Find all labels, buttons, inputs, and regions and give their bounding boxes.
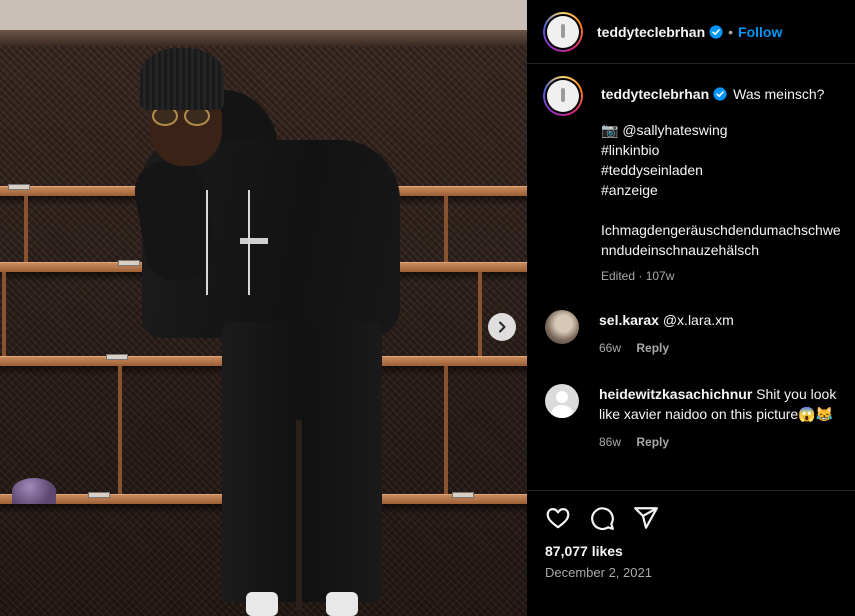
photo-wall bbox=[0, 0, 527, 30]
reply-button[interactable]: Reply bbox=[636, 341, 669, 355]
carousel-next-button[interactable] bbox=[488, 313, 516, 341]
caption-text-line: Ichmagdengeräuschdendumachschwe bbox=[601, 222, 841, 238]
reply-button[interactable]: Reply bbox=[636, 435, 669, 449]
post-actions: 87,077 likes December 2, 2021 bbox=[527, 490, 855, 616]
comment-text[interactable]: @x.lara.xm bbox=[663, 312, 734, 328]
caption-headline: Was meinsch? bbox=[733, 86, 825, 102]
comment-icon[interactable] bbox=[589, 505, 615, 531]
post-header: teddyteclebrhan • Follow bbox=[527, 0, 855, 64]
verified-badge-icon bbox=[713, 87, 727, 101]
beanie bbox=[140, 48, 224, 110]
comment-username[interactable]: sel.karax bbox=[599, 312, 659, 328]
comment-username[interactable]: heidewitzkasachichnur bbox=[599, 386, 752, 402]
post-photo[interactable] bbox=[0, 0, 527, 616]
share-icon[interactable] bbox=[633, 505, 659, 531]
ball bbox=[12, 478, 56, 504]
hashtag-linkinbio[interactable]: #linkinbio bbox=[601, 140, 851, 160]
caption-author-avatar[interactable] bbox=[543, 76, 583, 116]
verified-badge-icon bbox=[709, 24, 723, 39]
hashtag-anzeige[interactable]: #anzeige bbox=[601, 180, 851, 200]
chevron-right-icon bbox=[499, 321, 506, 333]
post-side-panel: teddyteclebrhan • Follow teddyteclebrhan… bbox=[527, 0, 855, 616]
comment-item: sel.karax @x.lara.xm 66w Reply bbox=[545, 310, 855, 358]
comment-age: 66w bbox=[599, 341, 622, 355]
caption-author-username[interactable]: teddyteclebrhan bbox=[601, 86, 709, 102]
hashtag-teddyseinladen[interactable]: #teddyseinladen bbox=[601, 160, 851, 180]
comment-item: heidewitzkasachichnur Shit you look like… bbox=[545, 384, 855, 452]
caption-photo-credit[interactable]: 📷 @sallyhateswing bbox=[601, 120, 851, 140]
separator-dot: • bbox=[728, 23, 734, 40]
author-username[interactable]: teddyteclebrhan bbox=[597, 24, 705, 40]
post-caption: teddyteclebrhan Was meinsch? 📷 @sallyhate… bbox=[527, 76, 855, 286]
heart-icon[interactable] bbox=[545, 505, 571, 531]
comment-avatar[interactable] bbox=[545, 310, 579, 344]
caption-edited-meta: Edited · 107w bbox=[601, 269, 675, 283]
likes-count[interactable]: 87,077 likes bbox=[545, 543, 623, 559]
caption-text-line: nndudeinschnauzehälsch bbox=[601, 242, 760, 258]
comment-age: 86w bbox=[599, 435, 622, 449]
post-date[interactable]: December 2, 2021 bbox=[545, 565, 652, 580]
comment-avatar[interactable] bbox=[545, 384, 579, 418]
author-avatar[interactable] bbox=[543, 11, 583, 52]
trousers bbox=[222, 322, 382, 602]
follow-button[interactable]: Follow bbox=[738, 24, 782, 40]
